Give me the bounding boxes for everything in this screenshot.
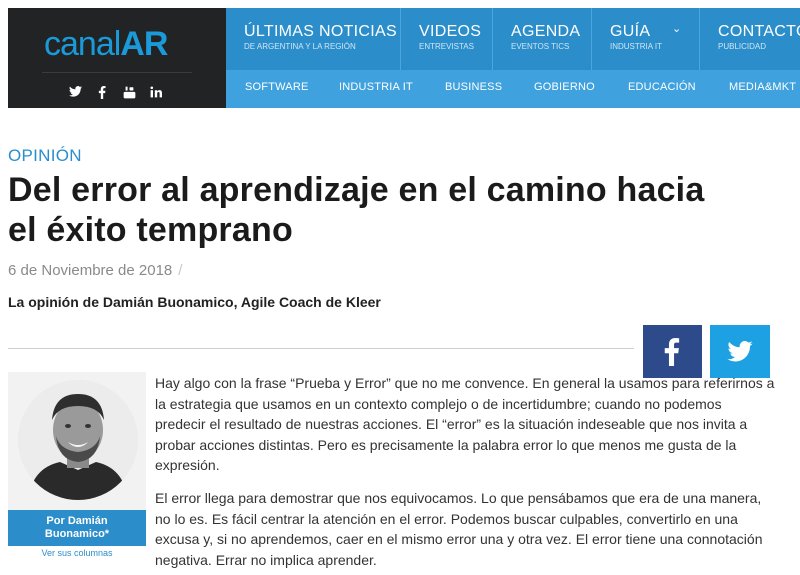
logo-accent: AR: [120, 25, 168, 63]
author-name-box[interactable]: Por Damián Buonamico*: [8, 510, 146, 546]
article-divider: [8, 348, 634, 349]
category-software[interactable]: SOFTWARE: [245, 81, 309, 93]
logo-divider: [42, 72, 192, 73]
category-media-mkt[interactable]: MEDIA&MKT: [729, 81, 796, 93]
nav-sublabel: EVENTOS TICS: [511, 42, 570, 51]
nav-contacto[interactable]: CONTACTO PUBLICIDAD: [699, 8, 800, 70]
site-logo[interactable]: canalAR: [44, 24, 168, 64]
chevron-down-icon[interactable]: ⌄: [672, 22, 681, 35]
share-facebook-button[interactable]: [643, 325, 702, 378]
youtube-icon[interactable]: [122, 86, 136, 102]
nav-guia[interactable]: GUÍA INDUSTRIA IT ⌄: [591, 8, 699, 70]
main-nav: ÚLTIMAS NOTICIAS DE ARGENTINA Y LA REGIÓ…: [226, 8, 800, 70]
social-links: [68, 86, 163, 102]
logo-area: canalAR: [8, 8, 226, 108]
nav-label: VIDEOS: [419, 23, 482, 40]
category-nav: SOFTWARE INDUSTRIA IT BUSINESS GOBIERNO …: [226, 70, 800, 108]
nav-ultimas-noticias[interactable]: ÚLTIMAS NOTICIAS DE ARGENTINA Y LA REGIÓ…: [226, 8, 397, 70]
linkedin-icon[interactable]: [149, 86, 163, 102]
nav-sublabel: DE ARGENTINA Y LA REGIÓN: [244, 42, 356, 51]
nav-sublabel: INDUSTRIA IT: [610, 42, 663, 51]
author-avatar[interactable]: [18, 380, 138, 500]
facebook-icon: [664, 338, 680, 366]
twitter-icon: [727, 341, 753, 362]
nav-label: CONTACTO: [718, 23, 800, 40]
twitter-icon[interactable]: [68, 86, 82, 102]
nav-videos[interactable]: VIDEOS ENTREVISTAS: [400, 8, 481, 70]
facebook-icon[interactable]: [95, 86, 109, 102]
nav-label: GUÍA: [610, 23, 651, 40]
category-industria-it[interactable]: INDUSTRIA IT: [339, 81, 413, 93]
nav-label: AGENDA: [511, 23, 581, 40]
author-name-line2: Buonamico*: [44, 528, 110, 540]
share-twitter-button[interactable]: [710, 325, 770, 378]
site-header: canalAR ÚLTIMAS NOTICIAS DE ARGENTINA Y …: [0, 0, 800, 108]
article-paragraph: Hay algo con la frase “Prueba y Error” q…: [155, 375, 775, 473]
category-business[interactable]: BUSINESS: [445, 81, 502, 93]
nav-agenda[interactable]: AGENDA EVENTOS TICS: [492, 8, 580, 70]
article-date: 6 de Noviembre de 2018 /: [8, 262, 182, 279]
author-columns-link[interactable]: Ver sus columnas: [8, 548, 146, 558]
author-name-line1: Por Damián: [46, 515, 108, 527]
category-educacion[interactable]: EDUCACIÓN: [628, 81, 696, 93]
nav-sublabel: PUBLICIDAD: [718, 42, 767, 51]
article-title: Del error al aprendizaje en el camino ha…: [8, 171, 705, 249]
author-card: [8, 372, 146, 510]
nav-label: ÚLTIMAS NOTICIAS: [244, 23, 397, 40]
nav-sublabel: ENTREVISTAS: [419, 42, 474, 51]
article-section[interactable]: OPINIÓN: [8, 146, 82, 166]
logo-text: canal: [44, 25, 121, 63]
date-separator: /: [178, 262, 183, 279]
article-lead: La opinión de Damián Buonamico, Agile Co…: [8, 294, 381, 310]
date-text: 6 de Noviembre de 2018: [8, 262, 173, 279]
category-gobierno[interactable]: GOBIERNO: [534, 81, 595, 93]
article-paragraph: El error llega para demostrar que nos eq…: [155, 490, 763, 568]
